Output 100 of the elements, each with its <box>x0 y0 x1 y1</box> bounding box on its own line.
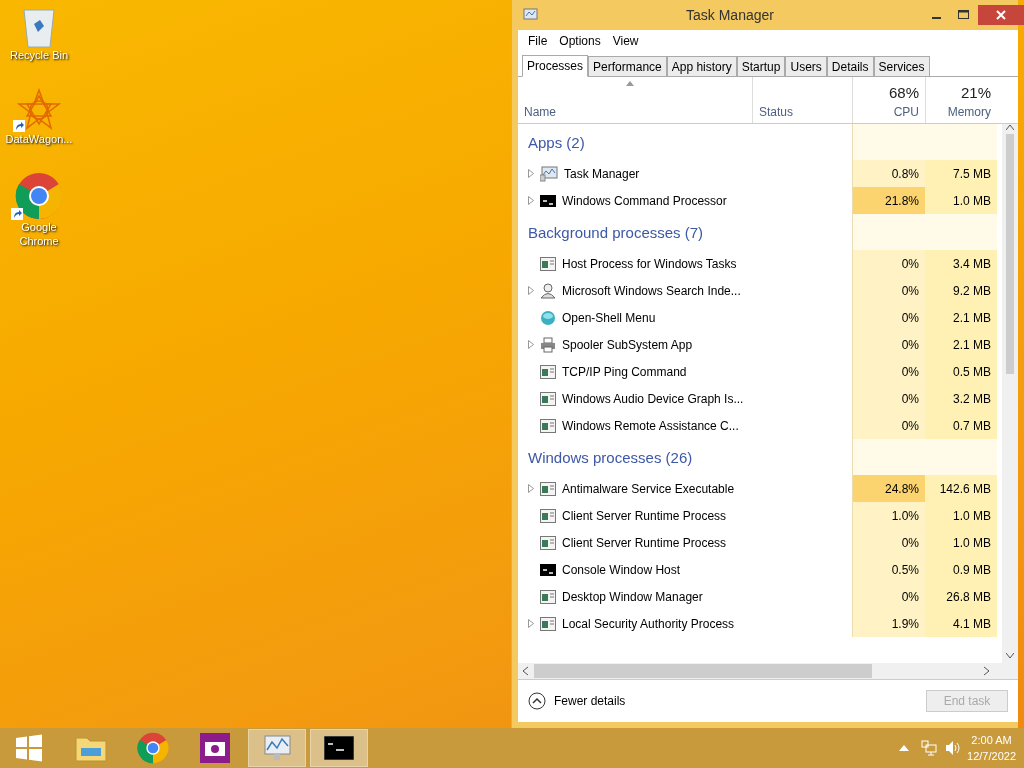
cpu-value: 1.0% <box>852 502 925 529</box>
window-icon <box>540 256 556 271</box>
globe-icon <box>540 309 556 326</box>
menu-item[interactable]: File <box>524 34 552 48</box>
expand-arrow-icon[interactable] <box>528 286 534 295</box>
memory-value: 0.5 MB <box>925 358 997 385</box>
cpu-value: 0% <box>852 583 925 610</box>
monitor-chart-icon <box>262 734 292 762</box>
cpu-value: 1.9% <box>852 610 925 637</box>
console-icon <box>324 736 354 760</box>
scrollbar-thumb[interactable] <box>1006 134 1014 374</box>
memory-value: 26.8 MB <box>925 583 997 610</box>
column-header[interactable]: CPU <box>893 105 919 119</box>
cpu-value: 0% <box>852 412 925 439</box>
cpu-value: 0% <box>852 250 925 277</box>
window-icon <box>540 391 556 406</box>
window-icon <box>540 589 556 604</box>
process-name[interactable]: Host Process for Windows Tasks <box>562 256 737 271</box>
memory-value: 0.9 MB <box>925 556 997 583</box>
folder-icon <box>75 734 107 762</box>
taskbar-app[interactable] <box>310 729 368 767</box>
sort-arrow-icon <box>626 81 634 86</box>
column-header[interactable]: Memory <box>947 105 991 119</box>
menu-item[interactable]: View <box>608 34 643 48</box>
process-name[interactable]: Microsoft Windows Search Inde... <box>562 283 741 298</box>
tab[interactable]: Details <box>826 56 874 76</box>
close-icon <box>996 10 1006 20</box>
process-name[interactable]: Open-Shell Menu <box>562 310 656 325</box>
process-name[interactable]: Client Server Runtime Process <box>562 508 727 523</box>
windows-logo-icon <box>15 734 43 762</box>
show-hidden-icons-icon[interactable] <box>899 745 910 751</box>
console-icon <box>540 194 556 207</box>
window-icon <box>540 481 556 496</box>
console-icon <box>540 563 556 576</box>
group-title: Apps (2) <box>527 133 586 151</box>
process-name[interactable]: Windows Command Processor <box>562 193 727 208</box>
group-title: Windows processes (26) <box>527 448 694 466</box>
printer-icon <box>540 336 556 353</box>
column-header[interactable]: Name <box>524 105 556 119</box>
expand-arrow-icon[interactable] <box>528 484 534 493</box>
memory-value: 3.4 MB <box>925 250 997 277</box>
user-search-icon <box>540 282 556 299</box>
tab[interactable]: Services <box>873 56 930 76</box>
window-title: Task Manager <box>685 7 775 23</box>
scroll-up-icon[interactable] <box>1006 124 1014 130</box>
memory-value: 142.6 MB <box>925 475 997 502</box>
camera-icon <box>200 733 230 763</box>
monitor-chart-icon <box>522 8 538 22</box>
expand-arrow-icon[interactable] <box>528 619 534 628</box>
process-name[interactable]: Desktop Window Manager <box>562 589 703 604</box>
tab[interactable]: App history <box>666 56 737 76</box>
memory-value: 7.5 MB <box>925 160 997 187</box>
column-header[interactable]: Status <box>759 105 794 119</box>
chevron-up-circle-icon <box>528 692 546 710</box>
cpu-value: 0% <box>852 358 925 385</box>
vertical-scrollbar[interactable] <box>1002 124 1018 663</box>
network-icon[interactable] <box>921 740 938 756</box>
cpu-value: 21.8% <box>852 187 925 214</box>
cpu-value: 0% <box>852 277 925 304</box>
scroll-down-icon[interactable] <box>1006 653 1014 659</box>
process-name[interactable]: Task Manager <box>564 166 640 181</box>
tab[interactable]: Performance <box>588 56 667 76</box>
star-pattern-icon[interactable] <box>17 88 61 132</box>
window-icon <box>540 535 556 550</box>
tab[interactable]: Processes <box>522 55 589 77</box>
horizontal-scrollbar[interactable] <box>518 663 1018 680</box>
fewer-details-button[interactable]: Fewer details <box>528 692 626 710</box>
process-name[interactable]: Windows Remote Assistance C... <box>562 418 739 433</box>
memory-value: 1.0 MB <box>925 187 997 214</box>
expand-arrow-icon[interactable] <box>528 340 534 349</box>
memory-value: 2.1 MB <box>925 331 997 358</box>
process-name[interactable]: Client Server Runtime Process <box>562 535 727 550</box>
menu-item[interactable]: Options <box>555 34 605 48</box>
chrome-icon <box>137 732 169 764</box>
cpu-value: 24.8% <box>852 475 925 502</box>
expand-arrow-icon[interactable] <box>528 196 534 205</box>
tab[interactable]: Users <box>785 56 827 76</box>
cpu-value: 0.8% <box>852 160 925 187</box>
memory-value: 1.0 MB <box>925 502 997 529</box>
expand-arrow-icon[interactable] <box>528 169 534 178</box>
process-name[interactable]: Console Window Host <box>562 562 681 577</box>
process-name[interactable]: Local Security Authority Process <box>562 616 735 631</box>
recycle-bin-icon[interactable] <box>22 6 56 48</box>
minimize-icon <box>931 17 941 19</box>
process-name[interactable]: Windows Audio Device Graph Is... <box>562 391 744 406</box>
scrollbar-thumb[interactable] <box>534 664 872 678</box>
process-name[interactable]: Antimalware Service Executable <box>562 481 735 496</box>
memory-value: 3.2 MB <box>925 385 997 412</box>
process-name[interactable]: Spooler SubSystem App <box>562 337 693 352</box>
close-button[interactable] <box>978 5 1024 25</box>
memory-value: 2.1 MB <box>925 304 997 331</box>
chrome-icon[interactable] <box>15 172 63 220</box>
cpu-value: 0% <box>852 529 925 556</box>
process-name[interactable]: TCP/IP Ping Command <box>562 364 687 379</box>
column-total: 21% <box>960 84 991 101</box>
cpu-value: 0% <box>852 385 925 412</box>
window-icon <box>540 616 556 631</box>
memory-value: 0.7 MB <box>925 412 997 439</box>
tab[interactable]: Startup <box>736 56 786 76</box>
speaker-icon[interactable] <box>945 740 962 756</box>
